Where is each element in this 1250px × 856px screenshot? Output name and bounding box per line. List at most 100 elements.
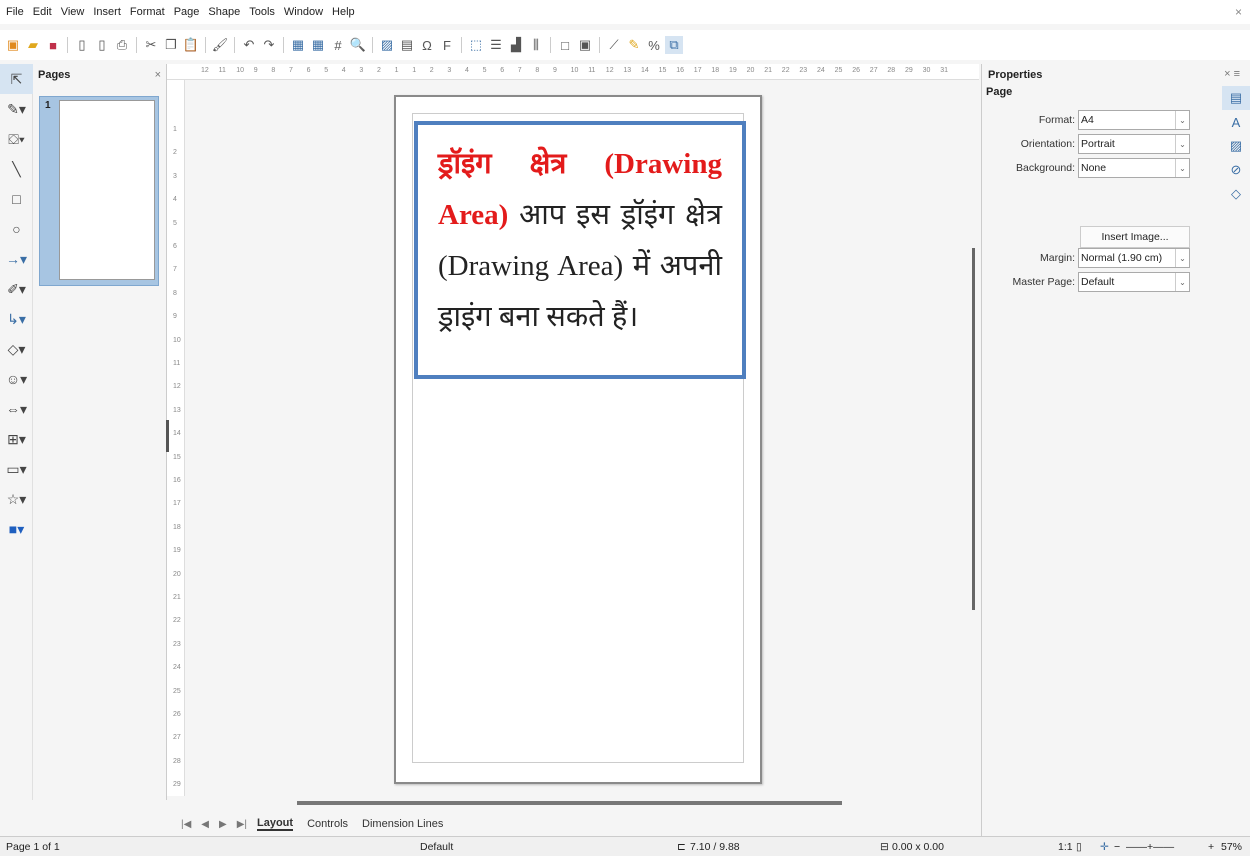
page-section-header[interactable]: Page <box>986 86 1012 98</box>
orientation-select[interactable]: Portrait ⌄ <box>1078 134 1190 154</box>
drawing-page[interactable]: ड्रॉइंग क्षेत्र (Drawing Area) आप इस ड्र… <box>394 95 762 784</box>
format-select[interactable]: A4 ⌄ <box>1078 110 1190 130</box>
ruler-tick-label: 23 <box>173 640 181 648</box>
new-icon[interactable]: ▣ <box>4 36 22 54</box>
redo-icon[interactable]: ↷ <box>260 36 278 54</box>
ruler-tick-label: 18 <box>173 523 181 531</box>
zoom-icon[interactable]: 🔍 <box>349 36 367 54</box>
sidebar-close-icon[interactable]: × ≡ <box>1224 68 1240 80</box>
close-document-icon[interactable]: × <box>1235 5 1242 19</box>
prev-tab-icon[interactable]: ◀ <box>201 819 209 830</box>
sidebar-toggle-icon[interactable]: ⧉ <box>665 36 683 54</box>
flowchart-icon[interactable]: ⊞▾ <box>0 424 33 454</box>
distribute-icon[interactable]: ⫼ <box>527 36 545 54</box>
shapes-deck-icon[interactable]: ◇ <box>1222 182 1250 206</box>
vertical-ruler[interactable]: 1 2 3 4 5 6 7 8 9 10 11 12 13 14 15 16 17 18 19 20 21 22 23 24 2… <box>167 80 185 796</box>
gallery-deck-icon[interactable]: ▨ <box>1222 134 1250 158</box>
drawing-canvas[interactable]: ड्रॉइंग क्षेत्र (Drawing Area) आप इस ड्र… <box>185 80 979 796</box>
snap-grid-icon[interactable]: # <box>329 36 347 54</box>
block-arrows-icon[interactable]: ⇔▾ <box>0 394 33 424</box>
vertical-scrollbar[interactable] <box>972 248 975 610</box>
3d-objects-icon[interactable]: ■▾ <box>0 514 33 544</box>
basic-shapes-icon[interactable]: ◇▾ <box>0 334 33 364</box>
cut-icon[interactable]: ✂ <box>142 36 160 54</box>
menu-page[interactable]: Page <box>174 6 200 18</box>
symbol-shapes-icon[interactable]: ☺▾ <box>0 364 33 394</box>
ellipse-icon[interactable]: ○ <box>0 214 33 244</box>
zoom-level[interactable]: 57% <box>1221 841 1242 853</box>
open-icon[interactable]: ▰ <box>24 36 42 54</box>
copy-icon[interactable]: ❐ <box>162 36 180 54</box>
zoom-slider[interactable]: ——+—— <box>1126 841 1174 853</box>
tab-dimension-lines[interactable]: Dimension Lines <box>362 818 443 830</box>
next-tab-icon[interactable]: ▶ <box>219 819 227 830</box>
tab-controls[interactable]: Controls <box>307 818 348 830</box>
menu-view[interactable]: View <box>61 6 85 18</box>
ruler-tick-label: 4 <box>341 67 346 74</box>
align-icon[interactable]: ☰ <box>487 36 505 54</box>
crop-icon[interactable]: ▣ <box>576 36 594 54</box>
drawing-area-textbox[interactable]: ड्रॉइंग क्षेत्र (Drawing Area) आप इस ड्र… <box>414 121 746 379</box>
ruler-tick-label: 11 <box>218 67 226 74</box>
export-pdf-icon[interactable]: ▯ <box>93 36 111 54</box>
stars-icon[interactable]: ☆▾ <box>0 484 33 514</box>
menu-window[interactable]: Window <box>284 6 323 18</box>
grid-icon[interactable]: ▦ <box>289 36 307 54</box>
insert-textbox-icon[interactable]: ▤ <box>398 36 416 54</box>
navigator-deck-icon[interactable]: ⊘ <box>1222 158 1250 182</box>
pages-pane-collapse-handle[interactable] <box>166 420 169 452</box>
menu-help[interactable]: Help <box>332 6 355 18</box>
background-select[interactable]: None ⌄ <box>1078 158 1190 178</box>
menu-tools[interactable]: Tools <box>249 6 275 18</box>
export-icon[interactable]: ▯ <box>73 36 91 54</box>
arrange-icon[interactable]: ▟ <box>507 36 525 54</box>
connector-icon[interactable]: ↳▾ <box>0 304 33 334</box>
pages-pane-close-icon[interactable]: × <box>155 69 161 81</box>
print-icon[interactable]: ⎙ <box>113 36 131 54</box>
menu-file[interactable]: File <box>6 6 24 18</box>
glue-points-icon[interactable]: ✎ <box>625 36 643 54</box>
ruler-tick-label: 17 <box>173 500 181 508</box>
zoom-out-icon[interactable]: − <box>1114 841 1120 853</box>
horizontal-scrollbar[interactable] <box>297 801 842 805</box>
points-icon[interactable]: ⟋ <box>605 36 623 54</box>
paste-icon[interactable]: 📋 <box>182 36 200 54</box>
select-icon[interactable]: ⇱ <box>0 64 33 94</box>
margin-select[interactable]: Normal (1.90 cm) ⌄ <box>1078 248 1190 268</box>
clone-formatting-icon[interactable]: 🖌 <box>211 36 229 54</box>
last-tab-icon[interactable]: ▶| <box>237 819 247 830</box>
properties-deck-icon[interactable]: ▤ <box>1222 86 1250 110</box>
undo-icon[interactable]: ↶ <box>240 36 258 54</box>
curve-icon[interactable]: ✐▾ <box>0 274 33 304</box>
line-icon[interactable]: ╲ <box>0 154 33 184</box>
menu-insert[interactable]: Insert <box>93 6 121 18</box>
margin-label: Margin: <box>1039 252 1075 264</box>
line-color-icon[interactable]: ✎▾ <box>0 94 33 124</box>
tab-layout[interactable]: Layout <box>257 817 294 831</box>
fontwork-icon[interactable]: F <box>438 36 456 54</box>
horizontal-ruler[interactable]: 12 11 10 9 8 7 6 5 4 3 2 1 1 2 3 4 5 6 7 8 9 10 11 12 13 14 15 16 17… <box>167 64 979 80</box>
shadow-icon[interactable]: □ <box>556 36 574 54</box>
menu-edit[interactable]: Edit <box>33 6 52 18</box>
transformations-icon[interactable]: ⬚ <box>467 36 485 54</box>
ruler-tick-label: 6 <box>173 243 177 250</box>
zoom-in-icon[interactable]: + <box>1208 841 1214 853</box>
background-label: Background: <box>1016 162 1075 174</box>
styles-deck-icon[interactable]: A <box>1222 110 1250 134</box>
arrow-line-icon[interactable]: →▾ <box>0 244 33 274</box>
menu-format[interactable]: Format <box>130 6 165 18</box>
fill-color-icon[interactable]: ⛋▾ <box>0 124 33 154</box>
helplines-icon[interactable]: ▦ <box>309 36 327 54</box>
first-tab-icon[interactable]: |◀ <box>181 819 191 830</box>
fit-page-icon[interactable]: ✛ <box>1100 841 1109 853</box>
page-thumbnail[interactable] <box>59 100 155 280</box>
master-page-select[interactable]: Default ⌄ <box>1078 272 1190 292</box>
special-character-icon[interactable]: Ω <box>418 36 436 54</box>
insert-image-icon[interactable]: ▨ <box>378 36 396 54</box>
menu-shape[interactable]: Shape <box>208 6 240 18</box>
toggle-extrusion-icon[interactable]: % <box>645 36 663 54</box>
callouts-icon[interactable]: ▭▾ <box>0 454 33 484</box>
insert-image-button[interactable]: Insert Image... <box>1080 226 1190 248</box>
rectangle-icon[interactable]: □ <box>0 184 33 214</box>
save-icon[interactable]: ■ <box>44 36 62 54</box>
